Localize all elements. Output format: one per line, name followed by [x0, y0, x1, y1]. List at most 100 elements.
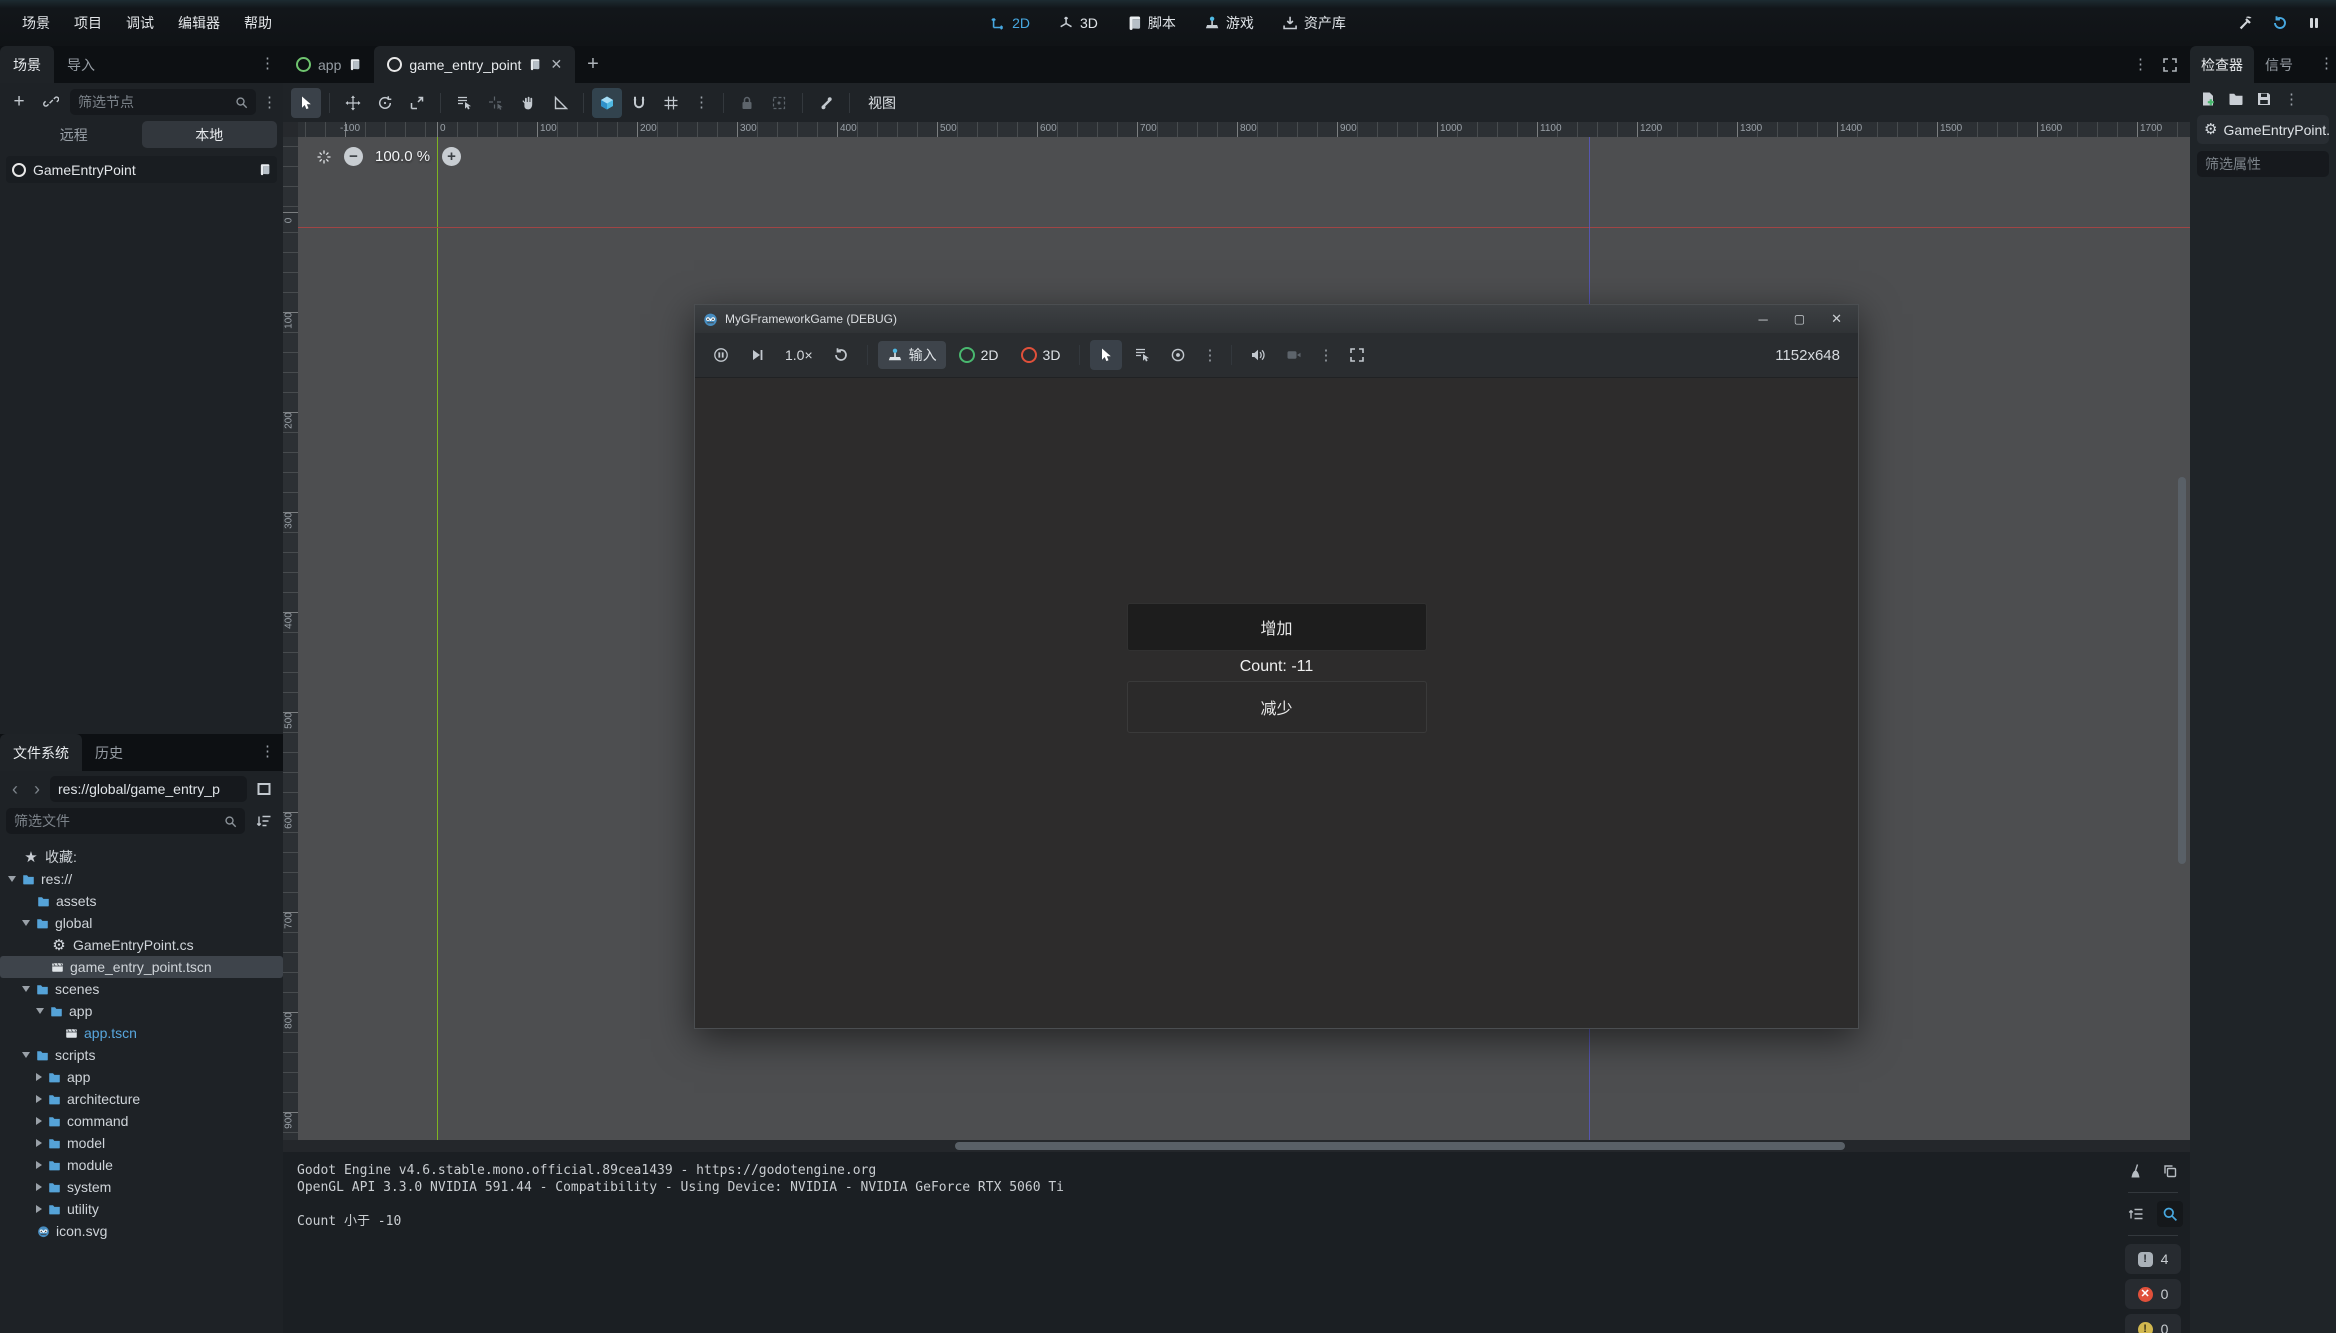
move-tool-button[interactable] — [338, 88, 368, 118]
tree-arrow-icon[interactable] — [36, 1073, 42, 1081]
pick-node-button[interactable] — [1090, 340, 1122, 370]
file-tree-item-system[interactable]: system — [0, 1176, 283, 1198]
tree-arrow-icon[interactable] — [22, 986, 30, 992]
embed-fullscreen-button[interactable] — [1341, 340, 1373, 370]
reload-icon[interactable] — [2272, 15, 2288, 31]
3d-mode-button[interactable]: 3D — [1012, 343, 1070, 367]
minimize-button[interactable]: ─ — [1759, 312, 1768, 327]
resource-options-icon[interactable]: ⋮ — [2284, 92, 2299, 107]
menu-编辑器[interactable]: 编辑器 — [166, 7, 232, 39]
center-view-icon[interactable] — [316, 149, 332, 165]
suspend-button[interactable] — [705, 340, 737, 370]
file-tree-item-GameEntryPoint.cs[interactable]: ⚙GameEntryPoint.cs — [0, 934, 283, 956]
sort-files-icon[interactable] — [251, 808, 277, 834]
next-frame-button[interactable] — [741, 340, 773, 370]
close-button[interactable]: ✕ — [1831, 311, 1842, 327]
tool-hammer-icon[interactable] — [2238, 15, 2254, 31]
file-tree-item-scripts[interactable]: scripts — [0, 1044, 283, 1066]
nav-back-icon[interactable]: ‹ — [6, 780, 24, 798]
copy-output-icon[interactable] — [2157, 1158, 2183, 1184]
expand-editor-icon[interactable] — [2162, 57, 2178, 73]
add-node-button[interactable]: + — [6, 89, 32, 115]
scene-tree-menu-icon[interactable]: ⋮ — [262, 95, 277, 110]
filter-files-input[interactable]: 筛选文件 — [6, 808, 245, 834]
ruler-tool-button[interactable] — [545, 88, 575, 118]
script-icon[interactable] — [528, 58, 541, 71]
2d-viewport[interactable]: − 100.0 % + MyGFrameworkGame (DEBUG) ─ ▢… — [298, 137, 2190, 1223]
tab-filesystem[interactable]: 文件系统 — [0, 734, 82, 771]
tab-scene-dock[interactable]: 场景 — [0, 46, 54, 83]
file-tree-item-scenes[interactable]: scenes — [0, 978, 283, 1000]
file-tree-item-app[interactable]: app — [0, 1000, 283, 1022]
tree-arrow-icon[interactable] — [22, 920, 30, 926]
messages-badge[interactable]: ! 4 — [2125, 1244, 2181, 1274]
menu-帮助[interactable]: 帮助 — [232, 7, 284, 39]
zoom-level[interactable]: 100.0 % — [375, 148, 430, 165]
inspected-node-row[interactable]: ⚙ GameEntryPoint. — [2197, 115, 2329, 144]
file-tree-item-assets[interactable]: assets — [0, 890, 283, 912]
file-tree-item-architecture[interactable]: architecture — [0, 1088, 283, 1110]
camera-icon[interactable] — [1278, 340, 1310, 370]
tree-arrow-icon[interactable] — [36, 1008, 44, 1014]
tree-arrow-icon[interactable] — [36, 1205, 42, 1213]
tree-arrow-icon[interactable] — [36, 1095, 42, 1103]
file-tree-item-game_entry_point.tscn[interactable]: game_entry_point.tscn — [0, 956, 283, 978]
errors-badge[interactable]: ✕ 0 — [2125, 1279, 2181, 1309]
rotate-tool-button[interactable] — [370, 88, 400, 118]
new-scene-tab-button[interactable]: + — [575, 53, 611, 76]
collapse-output-icon[interactable] — [2123, 1201, 2149, 1227]
pause-icon[interactable] — [2306, 15, 2322, 31]
switch-3D[interactable]: 3D — [1048, 10, 1108, 36]
switch-资产库[interactable]: 资产库 — [1272, 8, 1356, 38]
menu-项目[interactable]: 项目 — [62, 7, 114, 39]
local-button[interactable]: 本地 — [142, 121, 278, 148]
current-path-field[interactable]: res://global/game_entry_p — [50, 776, 247, 802]
scene-tab-app[interactable]: app — [283, 46, 374, 83]
remote-button[interactable]: 远程 — [6, 121, 142, 148]
grid-toggle-button[interactable] — [656, 88, 686, 118]
file-tree-item-[interactable]: ★收藏: — [0, 846, 283, 868]
horizontal-scrollbar[interactable] — [283, 1140, 2190, 1152]
game-window-titlebar[interactable]: MyGFrameworkGame (DEBUG) ─ ▢ ✕ — [695, 305, 1858, 333]
scene-dock-menu-icon[interactable]: ⋮ — [260, 56, 275, 71]
group-node-button[interactable] — [764, 88, 794, 118]
switch-2D[interactable]: 2D — [980, 10, 1040, 36]
save-resource-icon[interactable] — [2256, 91, 2272, 107]
tab-history[interactable]: 历史 — [82, 734, 136, 771]
vertical-scrollbar[interactable] — [2176, 137, 2188, 1140]
close-tab-icon[interactable]: ✕ — [550, 56, 562, 73]
zoom-out-button[interactable]: − — [344, 147, 363, 166]
filesystem-menu-icon[interactable]: ⋮ — [260, 744, 275, 759]
tree-arrow-icon[interactable] — [36, 1139, 42, 1147]
lock-node-button[interactable] — [732, 88, 762, 118]
restart-icon[interactable] — [825, 340, 857, 370]
list-select-button[interactable] — [449, 88, 479, 118]
file-tree-item-utility[interactable]: utility — [0, 1198, 283, 1220]
list-select-button[interactable] — [1126, 340, 1158, 370]
file-tree-item-res[interactable]: res:// — [0, 868, 283, 890]
2d-mode-button[interactable]: 2D — [950, 343, 1008, 367]
vscroll-thumb[interactable] — [2178, 477, 2186, 864]
scene-tab-game-entry-point[interactable]: game_entry_point ✕ — [374, 46, 575, 83]
scene-tree-root-node[interactable]: GameEntryPoint — [6, 156, 277, 183]
pivot-tool-button[interactable] — [481, 88, 511, 118]
menu-调试[interactable]: 调试 — [114, 7, 166, 39]
switch-游戏[interactable]: 游戏 — [1194, 8, 1264, 38]
maximize-button[interactable]: ▢ — [1794, 312, 1805, 326]
tree-arrow-icon[interactable] — [22, 1052, 30, 1058]
filter-nodes-input[interactable]: 筛选节点 — [70, 89, 256, 115]
warnings-badge[interactable]: ! 0 — [2125, 1314, 2181, 1333]
open-script-icon[interactable] — [258, 163, 271, 176]
file-tree-item-icon.svg[interactable]: icon.svg — [0, 1220, 283, 1242]
load-resource-icon[interactable] — [2228, 91, 2244, 107]
nav-forward-icon[interactable]: › — [28, 780, 46, 798]
snap-options-icon[interactable]: ⋮ — [688, 95, 715, 110]
audio-mute-button[interactable] — [1242, 340, 1274, 370]
file-tree-item-global[interactable]: global — [0, 912, 283, 934]
select-tool-button[interactable] — [291, 88, 321, 118]
scale-tool-button[interactable] — [402, 88, 432, 118]
file-tree-item-app[interactable]: app — [0, 1066, 283, 1088]
file-tree-item-module[interactable]: module — [0, 1154, 283, 1176]
more-options-icon[interactable]: ⋮ — [1314, 348, 1337, 363]
view-menu-button[interactable]: 视图 — [858, 89, 906, 117]
